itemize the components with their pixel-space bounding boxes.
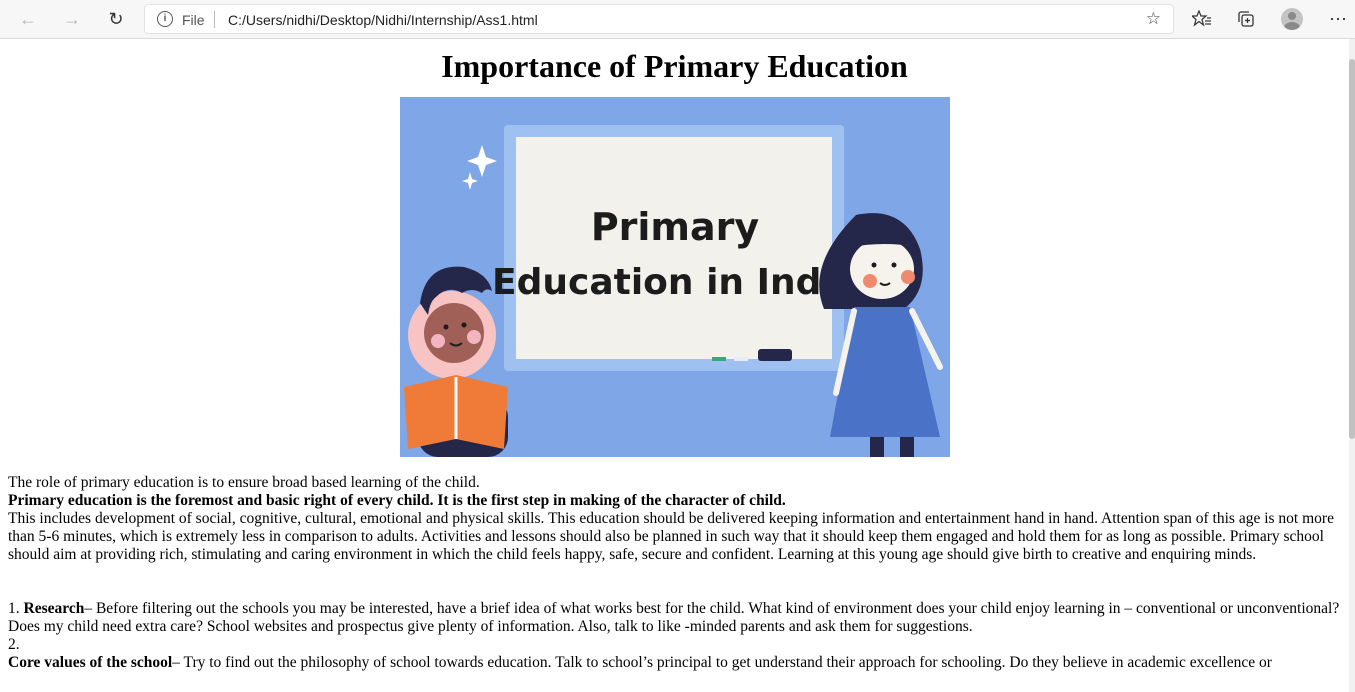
address-bar[interactable]: i File C:/Users/nidhi/Desktop/Nidhi/Inte…: [144, 4, 1174, 34]
board-eraser: [757, 349, 792, 361]
forward-arrow-icon[interactable]: →: [58, 5, 86, 33]
list-item-number: 1.: [8, 600, 20, 617]
article-body: The role of primary education is to ensu…: [8, 474, 1341, 672]
intro-text: The role of primary education is to ensu…: [8, 474, 480, 491]
list-item-number-only: 2.: [8, 636, 20, 653]
list-item: 1. Research– Before filtering out the sc…: [8, 600, 1341, 636]
list-item: Core values of the school– Try to find o…: [8, 654, 1341, 672]
address-scheme-label: File: [182, 12, 205, 28]
address-divider: [214, 11, 215, 28]
list-item-text: Before filtering out the schools you may…: [8, 600, 1340, 635]
key-statement-text: Primary education is the foremost and ba…: [8, 492, 786, 509]
list-item-dash: –: [84, 600, 93, 617]
info-icon[interactable]: i: [157, 11, 173, 27]
browser-toolbar: ← → ↻ i File C:/Users/nidhi/Desktop/Nidh…: [0, 0, 1355, 39]
page-title: Importance of Primary Education: [441, 48, 908, 84]
favorites-icon[interactable]: [1188, 5, 1216, 33]
collections-icon[interactable]: [1232, 5, 1260, 33]
favorites-star-list-icon: [1192, 10, 1211, 27]
list-item-text: Try to find out the philosophy of school…: [179, 654, 1272, 671]
more-options-icon[interactable]: ⋯: [1324, 5, 1352, 33]
marker-white: [733, 357, 748, 361]
development-paragraph: This includes development of social, cog…: [8, 510, 1334, 563]
board-text-line1: Primary: [590, 205, 759, 249]
collections-glyph-icon: [1238, 11, 1254, 27]
refresh-icon[interactable]: ↻: [102, 5, 130, 33]
profile-avatar-icon[interactable]: [1281, 8, 1303, 30]
primary-education-illustration: Primary Education in India: [399, 97, 950, 457]
marker-green: [711, 357, 726, 361]
list-item-dash: –: [172, 654, 180, 671]
list-item-term: Core values of the school: [8, 654, 173, 671]
list-item-term: Research: [23, 600, 85, 617]
scrollbar-thumb[interactable]: [1349, 59, 1355, 439]
page-content: Importance of Primary Education Primary …: [8, 39, 1341, 672]
url-text[interactable]: C:/Users/nidhi/Desktop/Nidhi/Internship/…: [228, 12, 538, 28]
page-scrollbar[interactable]: [1349, 39, 1355, 692]
key-statement: Primary education is the foremost and ba…: [8, 492, 1341, 510]
board-text-line2: Education in India: [492, 262, 858, 303]
add-favorite-icon[interactable]: ☆: [1146, 9, 1161, 29]
back-arrow-icon[interactable]: ←: [14, 5, 42, 33]
